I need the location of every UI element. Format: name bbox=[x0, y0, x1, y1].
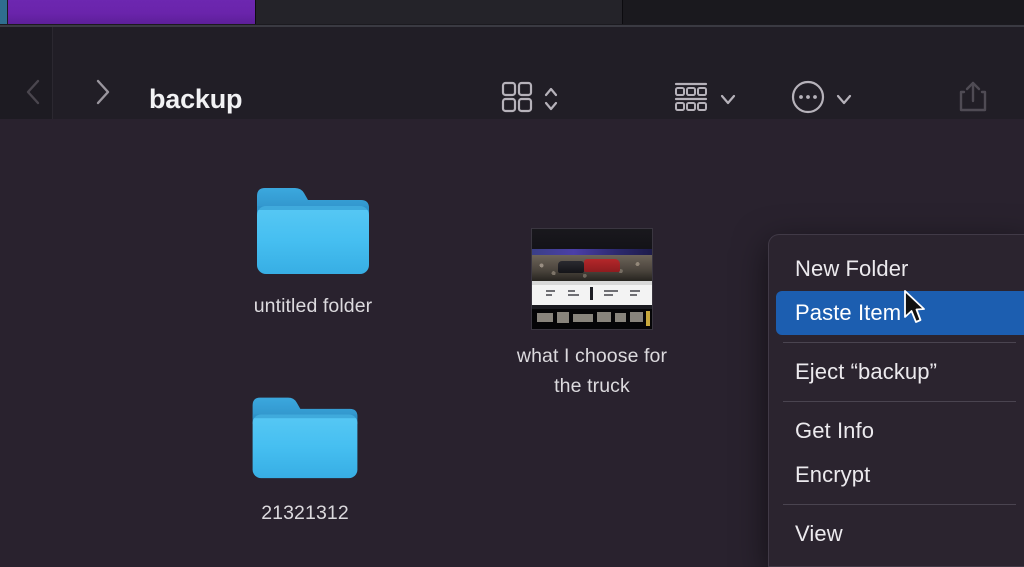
menu-item-view[interactable]: View bbox=[769, 512, 1024, 556]
menu-item-new-folder[interactable]: New Folder bbox=[769, 247, 1024, 291]
screen: backup untitled folder what I choose for… bbox=[0, 0, 1024, 567]
group-by-rows-icon bbox=[672, 80, 710, 119]
menu-item-encrypt[interactable]: Encrypt bbox=[769, 453, 1024, 497]
forward-button[interactable] bbox=[88, 75, 118, 109]
share-button[interactable] bbox=[956, 79, 990, 119]
menu-item-eject-backup[interactable]: Eject “backup” bbox=[769, 350, 1024, 394]
menu-separator bbox=[783, 401, 1016, 402]
view-mode-button[interactable] bbox=[500, 79, 559, 119]
menu-separator bbox=[783, 342, 1016, 343]
page-title: backup bbox=[149, 84, 243, 114]
chevron-left-icon bbox=[23, 77, 43, 107]
file-item-21321312[interactable]: 21321312 bbox=[207, 374, 403, 528]
background-tab-purple[interactable] bbox=[8, 0, 256, 24]
menu-separator bbox=[783, 504, 1016, 505]
context-menu: New Folder Paste Item Eject “backup” Get… bbox=[768, 234, 1024, 567]
chevron-down-icon bbox=[835, 90, 853, 108]
back-button[interactable] bbox=[18, 75, 48, 109]
item-icon bbox=[215, 167, 411, 291]
chevron-up-down-icon bbox=[543, 84, 559, 114]
item-icon bbox=[207, 374, 403, 498]
icon-grid-view-icon bbox=[500, 80, 534, 119]
video-project-thumbnail bbox=[532, 229, 652, 329]
item-label-line1: what I choose for bbox=[516, 345, 668, 367]
item-icon bbox=[493, 217, 691, 341]
item-label: what I choose for the truck bbox=[493, 341, 691, 401]
blue-folder-icon bbox=[247, 385, 363, 487]
group-by-button[interactable] bbox=[672, 79, 737, 119]
item-label: 21321312 bbox=[261, 502, 349, 524]
background-app-strip bbox=[0, 0, 1024, 26]
item-label-line2: the truck bbox=[554, 375, 630, 397]
finder-toolbar: backup bbox=[0, 27, 1024, 119]
file-item-untitled-folder[interactable]: untitled folder bbox=[215, 167, 411, 321]
toolbar-divider bbox=[52, 27, 53, 119]
file-item-truck-video[interactable]: what I choose for the truck bbox=[493, 217, 691, 401]
blue-folder-icon bbox=[251, 176, 375, 282]
ellipsis-circle-icon bbox=[790, 79, 826, 120]
background-tab-dark-2[interactable] bbox=[623, 0, 1024, 24]
item-label: untitled folder bbox=[253, 295, 373, 317]
chevron-right-icon bbox=[93, 77, 113, 107]
menu-item-paste-item[interactable]: Paste Item bbox=[776, 291, 1024, 335]
chevron-down-icon bbox=[719, 90, 737, 108]
menu-item-get-info[interactable]: Get Info bbox=[769, 409, 1024, 453]
share-upload-icon bbox=[956, 78, 990, 121]
more-actions-button[interactable] bbox=[790, 79, 853, 119]
background-tab-dark-1[interactable] bbox=[256, 0, 623, 24]
background-tab-edge bbox=[0, 0, 7, 24]
